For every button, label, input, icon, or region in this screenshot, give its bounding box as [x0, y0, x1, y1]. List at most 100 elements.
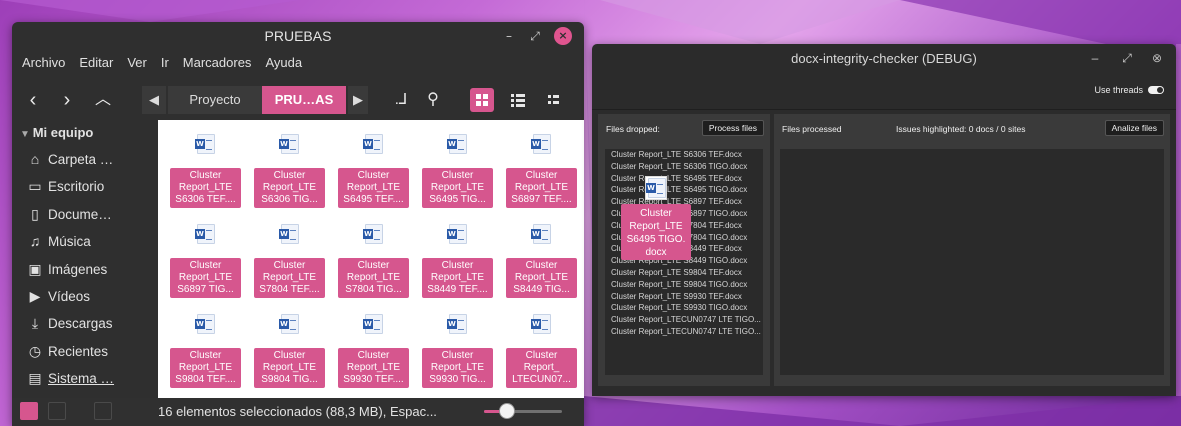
file-item[interactable]: Cluster Report_ LTECUN07... [506, 306, 577, 396]
hide-sidebar-icon[interactable] [94, 402, 112, 420]
document-icon: ▯ [31, 205, 39, 222]
word-document-icon [363, 314, 383, 334]
minimize-icon[interactable]: – [1086, 49, 1104, 67]
zoom-slider[interactable] [484, 403, 562, 419]
minimize-icon[interactable]: – [500, 27, 518, 45]
sidebar-item-music[interactable]: ♫ Música [12, 228, 158, 255]
file-item[interactable]: Cluster Report_LTE S6306 TEF.... [170, 126, 241, 216]
list-item[interactable]: Cluster Report_LTE S9930 TIGO.docx [605, 302, 763, 314]
breadcrumb-pruebas[interactable]: PRU…AS [262, 86, 346, 114]
list-item[interactable]: Cluster Report_LTE S9804 TIGO.docx [605, 279, 763, 291]
files-processed-list[interactable] [780, 149, 1164, 375]
word-document-icon [279, 314, 299, 334]
back-icon[interactable]: ‹ [22, 86, 44, 114]
drag-ghost: Cluster Report_LTE S6495 TIGO. docx [621, 176, 691, 262]
file-item[interactable]: Cluster Report_LTE S6495 TIG... [422, 126, 493, 216]
file-name: Cluster Report_LTE S9930 TEF.... [338, 348, 409, 388]
menu-ayuda[interactable]: Ayuda [265, 55, 302, 70]
file-item[interactable]: Cluster Report_LTE S6897 TIG... [170, 216, 241, 306]
file-name: Cluster Report_LTE S8449 TEF.... [422, 258, 493, 298]
toggle-location-icon[interactable]: .⅃ [390, 88, 412, 112]
menu-editar[interactable]: Editar [79, 55, 113, 70]
menu-marcadores[interactable]: Marcadores [183, 55, 252, 70]
maximize-icon[interactable]: ⤢ [1118, 49, 1136, 67]
expander-icon[interactable]: ▼ [20, 129, 33, 140]
file-item[interactable]: Cluster Report_LTE S9930 TEF.... [338, 306, 409, 396]
debug-titlebar[interactable]: docx-integrity-checker (DEBUG) – ⤢ ⊗ [592, 44, 1176, 72]
word-document-icon [195, 314, 215, 334]
list-item[interactable]: Cluster Report_LTE S6306 TEF.docx [605, 149, 763, 161]
word-document-icon [447, 314, 467, 334]
word-document-icon [447, 134, 467, 154]
use-threads-label: Use threads [1094, 85, 1143, 95]
music-icon: ♫ [29, 233, 41, 250]
breadcrumb-proyecto[interactable]: Proyecto [168, 86, 262, 114]
list-item[interactable]: Cluster Report_LTE S9804 TEF.docx [605, 267, 763, 279]
file-name: Cluster Report_LTE S6306 TIG... [254, 168, 325, 208]
file-name: Cluster Report_LTE S6897 TIG... [170, 258, 241, 298]
sidebar-section-header[interactable]: ▼ Mi equipo [12, 120, 158, 146]
analize-files-button[interactable]: Analize files [1104, 120, 1164, 136]
list-view-icon[interactable] [506, 88, 530, 112]
file-item[interactable]: Cluster Report_LTE S8449 TEF.... [422, 216, 493, 306]
sidebar-item-filesystem[interactable]: ▤ Sistema … [12, 365, 158, 392]
drag-document-icon [645, 176, 667, 200]
close-icon[interactable]: ⊗ [1148, 49, 1166, 67]
sidebar-item-downloads[interactable]: ⤓ Descargas [12, 310, 158, 337]
file-name: Cluster Report_LTE S6306 TEF.... [170, 168, 241, 208]
file-grid: Cluster Report_LTE S6306 TEF.... Cluster … [170, 126, 577, 396]
sidebar-item-desktop[interactable]: ▭ Escritorio [12, 173, 158, 200]
status-text: 16 elementos seleccionados (88,3 MB), Es… [158, 404, 437, 419]
sidebar-item-pictures[interactable]: ▣ Imágenes [12, 256, 158, 283]
compact-view-icon[interactable] [542, 88, 566, 112]
file-name: Cluster Report_LTE S6897 TEF.... [506, 168, 577, 208]
file-item[interactable]: Cluster Report_LTE S8449 TIG... [506, 216, 577, 306]
list-item[interactable]: Cluster Report_LTE S6306 TIGO.docx [605, 161, 763, 173]
close-icon[interactable]: × [554, 27, 572, 45]
file-item[interactable]: Cluster Report_LTE S9930 TIG... [422, 306, 493, 396]
sidebar-item-videos[interactable]: ▶ Vídeos [12, 283, 158, 310]
zoom-slider-handle[interactable] [499, 403, 516, 419]
show-tree-icon[interactable] [48, 402, 66, 420]
files-processed-header: Files processed Issues highlighted: 0 do… [774, 114, 1170, 142]
list-item[interactable]: Cluster Report_LTECUN0747 LTE TIGO... [605, 326, 763, 338]
menu-archivo[interactable]: Archivo [22, 55, 65, 70]
file-item[interactable]: Cluster Report_LTE S9804 TEF.... [170, 306, 241, 396]
files-dropped-label: Files dropped: [606, 124, 660, 134]
sidebar-item-recent[interactable]: ◷ Recientes [12, 338, 158, 365]
file-item[interactable]: Cluster Report_LTE S7804 TEF.... [254, 216, 325, 306]
file-name: Cluster Report_LTE S9804 TIG... [254, 348, 325, 388]
menu-ir[interactable]: Ir [161, 55, 169, 70]
toolbar: ‹ › ︿ ◀ Proyecto PRU…AS ▶ .⅃ ⚲ [12, 74, 584, 118]
drag-ghost-label: Cluster Report_LTE S6495 TIGO. docx [621, 204, 691, 260]
file-view[interactable]: Cluster Report_LTE S6306 TEF.... Cluster … [158, 120, 584, 398]
use-threads-toggle[interactable] [1148, 86, 1164, 94]
parent-folder-icon[interactable]: ︿ [92, 88, 114, 112]
breadcrumb-right-arrow-icon[interactable]: ▶ [348, 86, 368, 114]
file-item[interactable]: Cluster Report_LTE S6306 TIG... [254, 126, 325, 216]
list-item[interactable]: Cluster Report_LTECUN0747 LTE TIGO... [605, 314, 763, 326]
word-document-icon [531, 134, 551, 154]
forward-icon[interactable]: › [56, 86, 78, 114]
sidebar-item-home[interactable]: ⌂ Carpeta … [12, 146, 158, 173]
file-manager-titlebar[interactable]: PRUEBAS – ⤢ × [12, 22, 584, 50]
history-icon: ◷ [28, 342, 42, 359]
search-icon[interactable]: ⚲ [422, 88, 444, 112]
sidebar-item-documents[interactable]: ▯ Docume… [12, 201, 158, 228]
maximize-icon[interactable]: ⤢ [526, 27, 544, 45]
file-item[interactable]: Cluster Report_LTE S7804 TIG... [338, 216, 409, 306]
breadcrumb-left-arrow-icon[interactable]: ◀ [142, 86, 166, 114]
file-item[interactable]: Cluster Report_LTE S6897 TEF.... [506, 126, 577, 216]
file-item[interactable]: Cluster Report_LTE S9804 TIG... [254, 306, 325, 396]
show-places-icon[interactable] [20, 402, 38, 420]
folder-icon: ▭ [28, 178, 42, 195]
file-item[interactable]: Cluster Report_LTE S6495 TEF.... [338, 126, 409, 216]
file-name: Cluster Report_ LTECUN07... [506, 348, 577, 388]
menu-ver[interactable]: Ver [127, 55, 147, 70]
icon-view-icon[interactable] [470, 88, 494, 112]
list-item[interactable]: Cluster Report_LTE S9930 TEF.docx [605, 291, 763, 303]
status-bar: 16 elementos seleccionados (88,3 MB), Es… [12, 398, 584, 426]
use-threads-switch[interactable]: Use threads [1094, 85, 1164, 95]
download-icon: ⤓ [31, 315, 39, 332]
process-files-button[interactable]: Process files [701, 120, 764, 136]
